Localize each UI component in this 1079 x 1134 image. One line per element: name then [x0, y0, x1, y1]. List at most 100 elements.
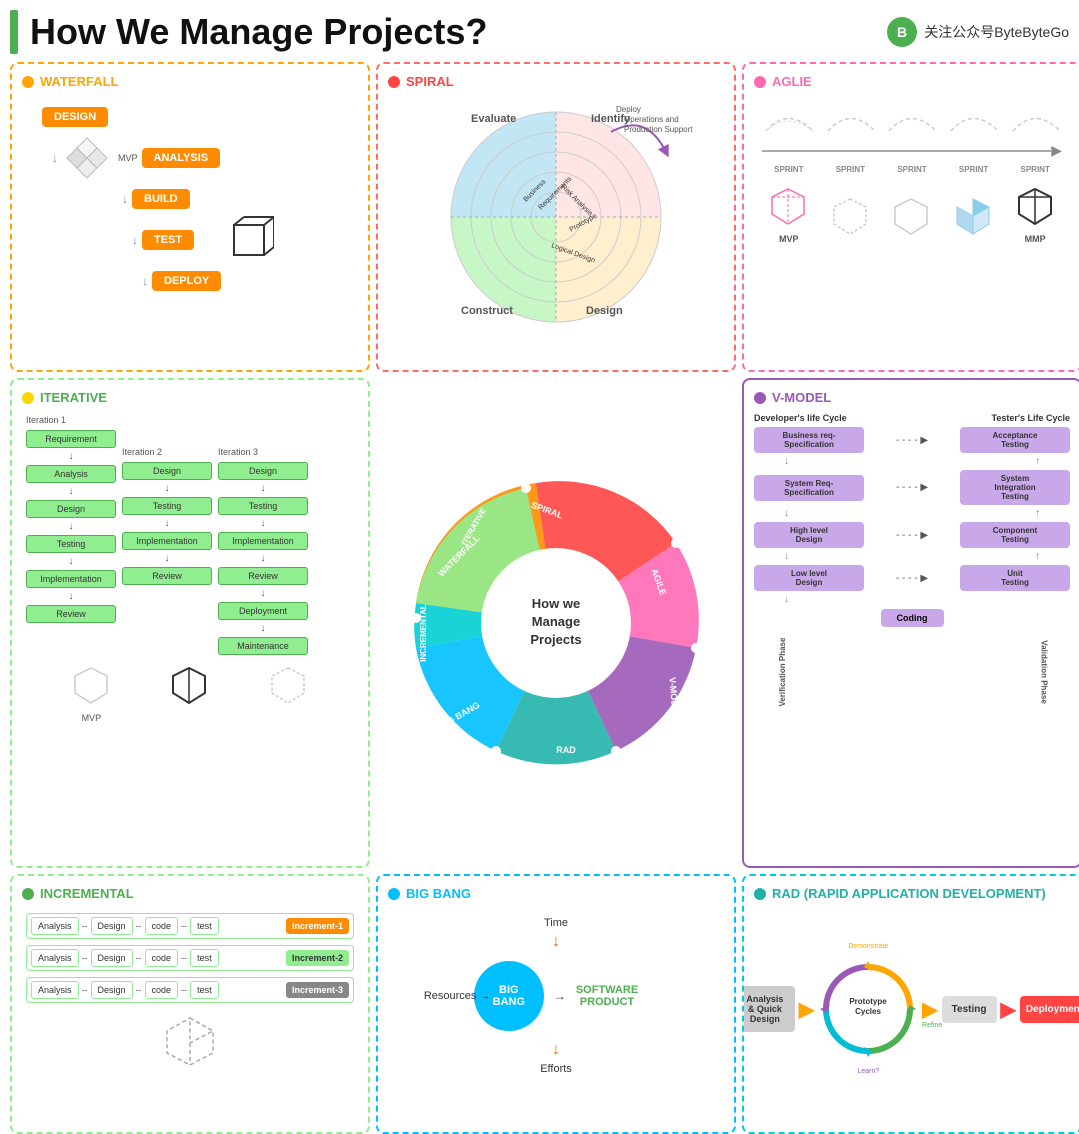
iter-review2: Review — [122, 567, 212, 585]
agile-cube-2 — [828, 194, 873, 239]
bb-time-arrow: ↓ — [552, 933, 560, 951]
iter-review1: Review — [26, 605, 116, 623]
incr-code-3: code — [145, 981, 179, 999]
incr-test-2: test — [190, 949, 219, 967]
agile-cube-3 — [889, 194, 934, 239]
wf-step-design: DESIGN — [42, 107, 108, 127]
iterative-box: ITERATIVE Iteration 1 Requirement ↓ Anal… — [10, 378, 370, 868]
sprint-arch-5 — [1008, 101, 1063, 136]
waterfall-box: WATERFALL DESIGN ↓ MVP ANALYSIS — [10, 62, 370, 372]
sprint-label-5: SPRINT — [1021, 165, 1050, 174]
vmodel-content: Business req-Specification - - - - ▶ Acc… — [754, 427, 1070, 627]
agile-title: AGLIE — [754, 74, 1070, 89]
agile-mvp-label: MVP — [766, 234, 811, 244]
iterative-cube-2 — [167, 663, 212, 708]
rad-refine: Refine — [922, 1022, 942, 1029]
iterative-title: ITERATIVE — [22, 390, 358, 405]
spiral-title: SPIRAL — [388, 74, 724, 89]
bb-resources-label: Resources → — [424, 990, 491, 1002]
main-title-container: How We Manage Projects? — [10, 10, 487, 54]
vmodel-comp-test: ComponentTesting — [960, 522, 1070, 548]
iter-testing1: Testing — [26, 535, 116, 553]
sprint-arch-3 — [884, 101, 939, 136]
incremental-box: INCREMENTAL Analysis -- Design -- code -… — [10, 874, 370, 1134]
vmodel-sys-req: System Req-Specification — [754, 475, 864, 501]
svg-text:How we: How we — [532, 596, 580, 611]
agile-cube-5 — [1013, 184, 1058, 229]
incr-row-1: Analysis -- Design -- code -- test Incre… — [26, 913, 354, 939]
iter-req: Requirement — [26, 430, 116, 448]
incremental-title: INCREMENTAL — [22, 886, 358, 901]
rad-dot — [754, 888, 766, 900]
wf-step-build: BUILD — [132, 189, 190, 209]
svg-text:INCREMENTAL: INCREMENTAL — [419, 604, 428, 662]
sprint-arch-1 — [761, 101, 816, 136]
iter-impl1: Implementation — [26, 570, 116, 588]
iter-design1: Design — [26, 500, 116, 518]
sprint-arch-2 — [823, 101, 878, 136]
rad-content: Analysis& QuickDesign ▶ — [754, 909, 1070, 1109]
bigbang-title: BIG BANG — [388, 886, 724, 901]
iter-design3: Design — [218, 462, 308, 480]
bb-product: SOFTWAREPRODUCT — [576, 984, 638, 1008]
incr-badge-2: Increment-2 — [286, 950, 349, 966]
iter-design2: Design — [122, 462, 212, 480]
main-title: How We Manage Projects? — [30, 11, 487, 53]
incr-code-1: code — [145, 917, 179, 935]
spiral-svg: Evaluate Identify Construct Design Deplo… — [396, 92, 716, 342]
agile-cube-mvp — [766, 184, 811, 229]
spiral-dot — [388, 76, 400, 88]
iter-impl2: Implementation — [122, 532, 212, 550]
iter1-label: Iteration 1 — [26, 415, 116, 425]
logo-icon: B — [886, 16, 918, 48]
iterative-cube-mvp — [69, 663, 114, 708]
bb-efforts-label: Efforts — [540, 1063, 572, 1075]
vmodel-coding: Coding — [881, 609, 944, 627]
agile-mmp-label: MMP — [1013, 234, 1058, 244]
vmodel-high-design: High levelDesign — [754, 522, 864, 548]
incr-test-1: test — [190, 917, 219, 935]
vmodel-verification: Verification Phase — [778, 637, 787, 706]
incr-analysis-2: Analysis — [31, 949, 79, 967]
svg-text:Evaluate: Evaluate — [471, 113, 516, 125]
iterative-cube-3 — [266, 663, 311, 708]
iter2-label: Iteration 2 — [122, 447, 212, 457]
vmodel-unit-test: UnitTesting — [960, 565, 1070, 591]
iterative-dot — [22, 392, 34, 404]
sprint-label-4: SPRINT — [959, 165, 988, 174]
rad-step-testing: Testing — [942, 996, 997, 1023]
incr-row-2: Analysis -- Design -- code -- test Incre… — [26, 945, 354, 971]
vmodel-validation: Validation Phase — [1040, 640, 1049, 704]
bb-time-label: Time — [544, 917, 568, 929]
iter-impl3: Implementation — [218, 532, 308, 550]
iter-maint3: Maintenance — [218, 637, 308, 655]
iter-testing3: Testing — [218, 497, 308, 515]
agile-dot — [754, 76, 766, 88]
rad-arrow-2: ▶ — [922, 997, 937, 1022]
iter-analysis: Analysis — [26, 465, 116, 483]
logo-text: 关注公众号ByteByteGo — [924, 22, 1069, 42]
rad-title: RAD (Rapid Application Development) — [754, 886, 1070, 901]
agile-content: ▶ SPRINT SPRINT SPRINT SPRINT SPRINT — [754, 97, 1070, 248]
svg-text:Design: Design — [586, 305, 623, 317]
incremental-content: Analysis -- Design -- code -- test Incre… — [22, 909, 358, 1077]
wf-step-analysis: ANALYSIS — [142, 148, 221, 168]
incr-row-3: Analysis -- Design -- code -- test Incre… — [26, 977, 354, 1003]
wf-step-deploy: DEPLOY — [152, 271, 221, 291]
waterfall-dot — [22, 76, 34, 88]
rad-cycle-svg: Prototype Cycles — [818, 959, 918, 1059]
incr-design-2: Design — [91, 949, 133, 967]
incr-design-3: Design — [91, 981, 133, 999]
sprint-label-3: SPRINT — [897, 165, 926, 174]
cube-wf2 — [224, 215, 274, 265]
iter-review3: Review — [218, 567, 308, 585]
rad-step-analysis: Analysis& QuickDesign — [742, 986, 795, 1032]
bigbang-content: Time ↓ Resources → BIGBANG → SOFTWAREPRO… — [388, 909, 724, 1083]
incr-analysis-3: Analysis — [31, 981, 79, 999]
wf-step-test: TEST — [142, 230, 194, 250]
svg-text:Construct: Construct — [461, 305, 513, 317]
incremental-dot — [22, 888, 34, 900]
rad-arrow-1: ▶ — [799, 997, 814, 1022]
vmodel-lifecycle: Developer's life Cycle Tester's Life Cyc… — [754, 413, 1070, 423]
svg-text:Projects: Projects — [530, 632, 581, 647]
